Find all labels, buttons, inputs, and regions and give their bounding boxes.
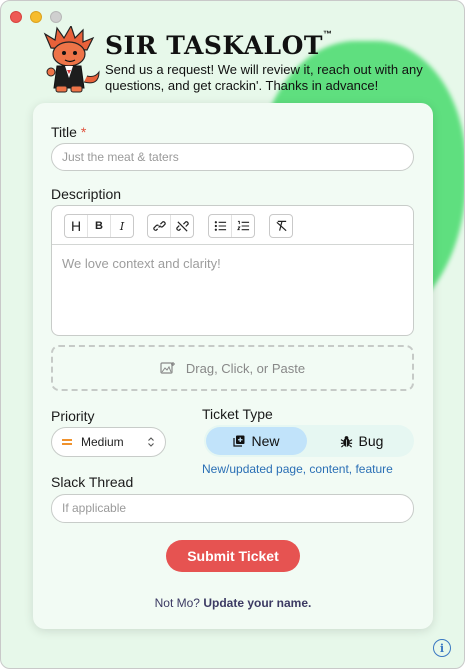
clear-group bbox=[269, 214, 293, 238]
required-indicator: * bbox=[80, 124, 87, 140]
clear-format-icon bbox=[275, 220, 287, 232]
bug-icon bbox=[340, 435, 352, 447]
format-group: H B I bbox=[64, 214, 134, 238]
bullet-list-icon bbox=[214, 221, 226, 231]
ticket-type-description: New/updated page, content, feature bbox=[202, 462, 393, 476]
numbered-list-button[interactable] bbox=[232, 215, 254, 237]
link-icon bbox=[152, 220, 166, 231]
ticket-type-bug-button[interactable]: Bug bbox=[311, 427, 412, 455]
priority-select[interactable]: Medium bbox=[51, 427, 166, 457]
mascot-logo bbox=[43, 26, 100, 93]
chevron-updown-icon bbox=[148, 437, 154, 447]
update-name-link[interactable]: Update your name. bbox=[203, 596, 311, 610]
add-image-icon bbox=[160, 362, 175, 374]
ticket-type-label: Ticket Type bbox=[202, 406, 273, 422]
bullet-list-button[interactable] bbox=[209, 215, 232, 237]
slack-thread-input[interactable]: If applicable bbox=[51, 494, 414, 523]
brand-title: SIR TASKALOT™ bbox=[105, 29, 333, 60]
footer-prefix: Not Mo? bbox=[154, 596, 200, 610]
description-placeholder: We love context and clarity! bbox=[62, 256, 221, 271]
medium-priority-icon bbox=[62, 439, 72, 445]
ticket-type-bug-label: Bug bbox=[358, 433, 384, 449]
close-window-button[interactable] bbox=[10, 11, 22, 23]
footer-note: Not Mo? Update your name. bbox=[33, 596, 433, 610]
plus-square-icon bbox=[233, 435, 245, 447]
link-group bbox=[147, 214, 194, 238]
ticket-type-new-button[interactable]: New bbox=[206, 427, 307, 455]
bold-button[interactable]: B bbox=[88, 215, 111, 237]
clear-format-button[interactable] bbox=[270, 215, 292, 237]
dropzone-label: Drag, Click, or Paste bbox=[185, 360, 306, 376]
minimize-window-button[interactable] bbox=[30, 11, 42, 23]
title-label: Title * bbox=[51, 124, 87, 140]
ticket-form-card: Title * Just the meat & taters Descripti… bbox=[33, 103, 433, 629]
slack-thread-label: Slack Thread bbox=[51, 474, 134, 490]
italic-button[interactable]: I bbox=[111, 215, 133, 237]
numbered-list-icon bbox=[236, 220, 249, 231]
link-button[interactable] bbox=[148, 215, 171, 237]
attachment-dropzone[interactable]: Drag, Click, or Paste bbox=[51, 345, 414, 391]
trademark-symbol: ™ bbox=[323, 29, 333, 39]
list-group bbox=[208, 214, 255, 238]
unlink-button[interactable] bbox=[171, 215, 193, 237]
window-controls bbox=[10, 11, 62, 23]
editor-toolbar: H B I bbox=[52, 206, 413, 245]
app-window: SIR TASKALOT™ Send us a request! We will… bbox=[0, 0, 465, 669]
zoom-window-button[interactable] bbox=[50, 11, 62, 23]
heading-button[interactable]: H bbox=[65, 215, 88, 237]
ticket-type-toggle: New Bug bbox=[204, 425, 414, 457]
priority-label: Priority bbox=[51, 408, 95, 424]
priority-value: Medium bbox=[81, 435, 124, 449]
submit-ticket-button[interactable]: Submit Ticket bbox=[166, 540, 300, 572]
description-label: Description bbox=[51, 186, 122, 202]
title-input[interactable]: Just the meat & taters bbox=[51, 143, 414, 171]
ticket-type-new-label: New bbox=[251, 433, 280, 449]
info-icon[interactable]: i bbox=[433, 639, 451, 657]
unlink-icon bbox=[175, 220, 189, 232]
tagline: Send us a request! We will review it, re… bbox=[105, 62, 423, 93]
description-editor[interactable]: H B I We love context and clarity! bbox=[51, 205, 414, 336]
